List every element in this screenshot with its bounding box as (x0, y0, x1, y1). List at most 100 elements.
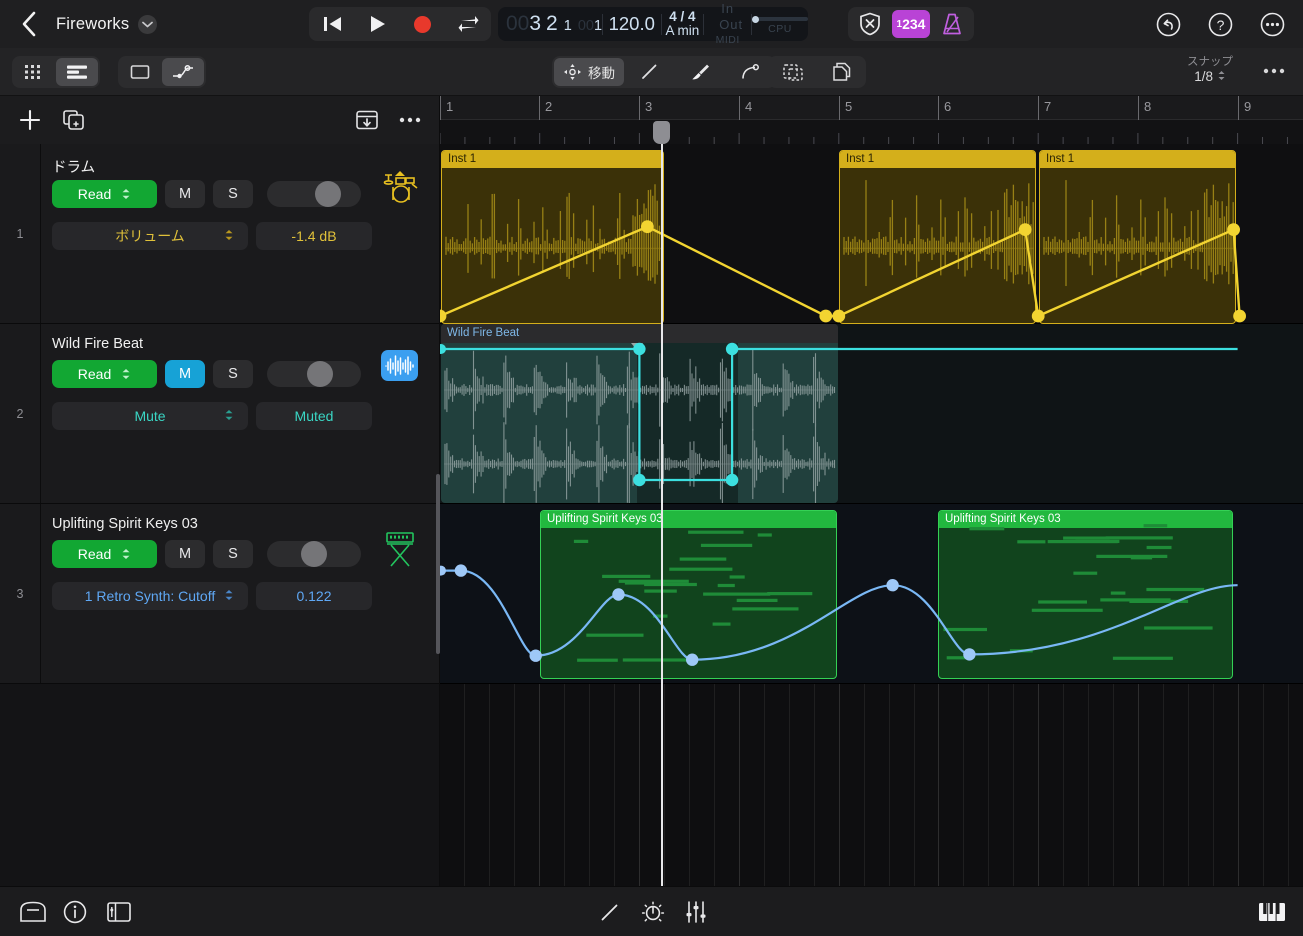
automation-value[interactable]: 0.122 (256, 582, 372, 610)
automation-curve-cutoff[interactable] (440, 504, 1303, 684)
tempo-display[interactable]: 120.0 (603, 13, 661, 35)
automation-mode-label: Read (77, 186, 112, 202)
lcd-display[interactable]: 00 3 2 1 00 1 120.0 4 / 4 A min In Out M… (498, 1, 808, 46)
shield-x-icon[interactable] (851, 10, 889, 38)
solo-button[interactable]: S (213, 180, 253, 208)
cycle-icon[interactable] (451, 9, 485, 39)
track-number: 3 (0, 504, 41, 683)
position-division: 1 (563, 18, 572, 34)
region-rectangle-icon[interactable] (120, 58, 160, 86)
automation-parameter-menu[interactable]: 1 Retro Synth: Cutoff (52, 582, 248, 610)
audio-waveform-icon[interactable] (381, 350, 418, 386)
automation-curve-icon[interactable] (162, 58, 204, 86)
rewind-icon[interactable] (315, 9, 349, 39)
record-icon[interactable] (406, 9, 440, 39)
automation-curve-mute[interactable] (440, 324, 1303, 504)
midi-label: MIDI (715, 33, 740, 46)
edit-toolbar: 移動 スナップ 1/8 (0, 48, 1303, 96)
tool-segment: 移動 (552, 56, 776, 88)
play-icon[interactable] (360, 9, 394, 39)
position-display[interactable]: 00 3 2 1 00 1 (498, 12, 602, 36)
view-mode-segment (12, 56, 100, 88)
signature-key-display[interactable]: 4 / 4 A min (661, 8, 703, 38)
track-name[interactable]: Wild Fire Beat (52, 336, 143, 352)
mixer-faders-icon[interactable] (679, 895, 713, 929)
loop-browser-icon[interactable] (16, 895, 50, 929)
automation-mode-label: Read (77, 366, 112, 382)
count-in-button[interactable]: 1234 (892, 10, 930, 38)
tool-move-button[interactable]: 移動 (554, 58, 624, 86)
automation-mode-label: Read (77, 546, 112, 562)
undo-icon[interactable] (1151, 7, 1185, 41)
track-canvas[interactable]: Inst 1 Inst 1 Inst 1 Wild Fire Beat Upli… (440, 144, 1303, 886)
pencil-icon[interactable] (593, 895, 627, 929)
duplicate-icon[interactable] (818, 58, 864, 86)
automation-parameter-menu[interactable]: Mute (52, 402, 248, 430)
info-circle-icon[interactable] (58, 895, 92, 929)
volume-slider[interactable] (267, 361, 361, 387)
automation-parameter-label: 1 Retro Synth: Cutoff (84, 588, 216, 604)
midi-out-label: Out (719, 17, 744, 33)
back-chevron-icon[interactable] (12, 7, 46, 41)
position-ticks-dim: 00 (577, 18, 594, 34)
automation-value[interactable]: Muted (256, 402, 372, 430)
midi-in-label: In (721, 1, 735, 17)
playhead-handle[interactable] (652, 121, 670, 144)
track-lane-2[interactable]: Wild Fire Beat (440, 324, 1303, 504)
transport-controls (309, 7, 491, 41)
mute-button[interactable]: M (165, 540, 205, 568)
mute-button[interactable]: M (165, 360, 205, 388)
logic-pro-window: Fireworks 00 3 2 1 00 1 120.0 4 / 4 A mi… (0, 0, 1303, 936)
track-name[interactable]: Uplifting Spirit Keys 03 (52, 516, 198, 532)
cpu-meter: CPU (751, 13, 808, 35)
automation-parameter-menu[interactable]: ボリューム (52, 222, 248, 250)
solo-button[interactable]: S (213, 540, 253, 568)
bottom-bar (0, 886, 1303, 936)
solo-button[interactable]: S (213, 360, 253, 388)
automation-mode-button[interactable]: Read (52, 540, 157, 568)
metronome-icon[interactable] (933, 10, 971, 38)
piano-keyboard-icon[interactable] (1255, 895, 1289, 929)
utility-button-group: 1234 (848, 7, 974, 41)
automation-mode-button[interactable]: Read (52, 360, 157, 388)
plus-icon[interactable] (16, 103, 44, 137)
track-row-2[interactable]: 2 Wild Fire Beat Read M S Mute Muted (0, 324, 439, 504)
import-tray-icon[interactable] (353, 103, 381, 137)
tracks-view-icon[interactable] (56, 58, 98, 86)
curve-tool-icon[interactable] (726, 58, 774, 86)
track-row-3[interactable]: 3 Uplifting Spirit Keys 03 Read M S 1 Re… (0, 504, 439, 684)
question-circle-icon[interactable]: ? (1203, 7, 1237, 41)
editor-panel-icon[interactable] (102, 895, 136, 929)
keyboard-stand-icon[interactable] (381, 530, 417, 567)
more-circle-icon[interactable] (1255, 7, 1289, 41)
toolbar-ellipsis-icon[interactable] (1263, 62, 1285, 80)
chevron-down-icon[interactable] (138, 14, 158, 34)
volume-slider[interactable] (267, 181, 361, 207)
automation-mode-button[interactable]: Read (52, 180, 157, 208)
tuning-knob-icon[interactable] (636, 895, 670, 929)
editor-mode-segment (118, 56, 206, 88)
track-lane-3[interactable]: Uplifting Spirit Keys 03 Uplifting Spiri… (440, 504, 1303, 684)
automation-curve-volume[interactable] (440, 144, 1303, 324)
track-row-1[interactable]: 1 ドラム Read M S ボリューム -1.4 dB (0, 144, 439, 324)
track-lane-1[interactable]: Inst 1 Inst 1 Inst 1 (440, 144, 1303, 324)
automation-value[interactable]: -1.4 dB (256, 222, 372, 250)
track-number: 2 (0, 324, 41, 503)
playhead-line[interactable] (661, 144, 663, 886)
cpu-label: CPU (768, 23, 792, 35)
track-list-header (0, 96, 440, 144)
selection-segment (768, 56, 866, 88)
pencil-tool-icon[interactable] (626, 58, 674, 86)
mute-button[interactable]: M (165, 180, 205, 208)
track-name[interactable]: ドラム (52, 156, 95, 177)
time-signature: 4 / 4 (669, 8, 696, 24)
bar-ruler[interactable]: 1 2 3 4 5 6 7 8 9 (440, 96, 1303, 144)
volume-slider[interactable] (267, 541, 361, 567)
marquee-select-icon[interactable] (770, 58, 816, 86)
brush-tool-icon[interactable] (676, 58, 724, 86)
duplicate-track-icon[interactable] (60, 103, 88, 137)
snap-control[interactable]: スナップ 1/8 (1187, 55, 1233, 86)
grid-view-icon[interactable] (14, 58, 54, 86)
drum-kit-icon[interactable] (381, 170, 418, 206)
track-list-ellipsis-icon[interactable] (396, 103, 424, 137)
